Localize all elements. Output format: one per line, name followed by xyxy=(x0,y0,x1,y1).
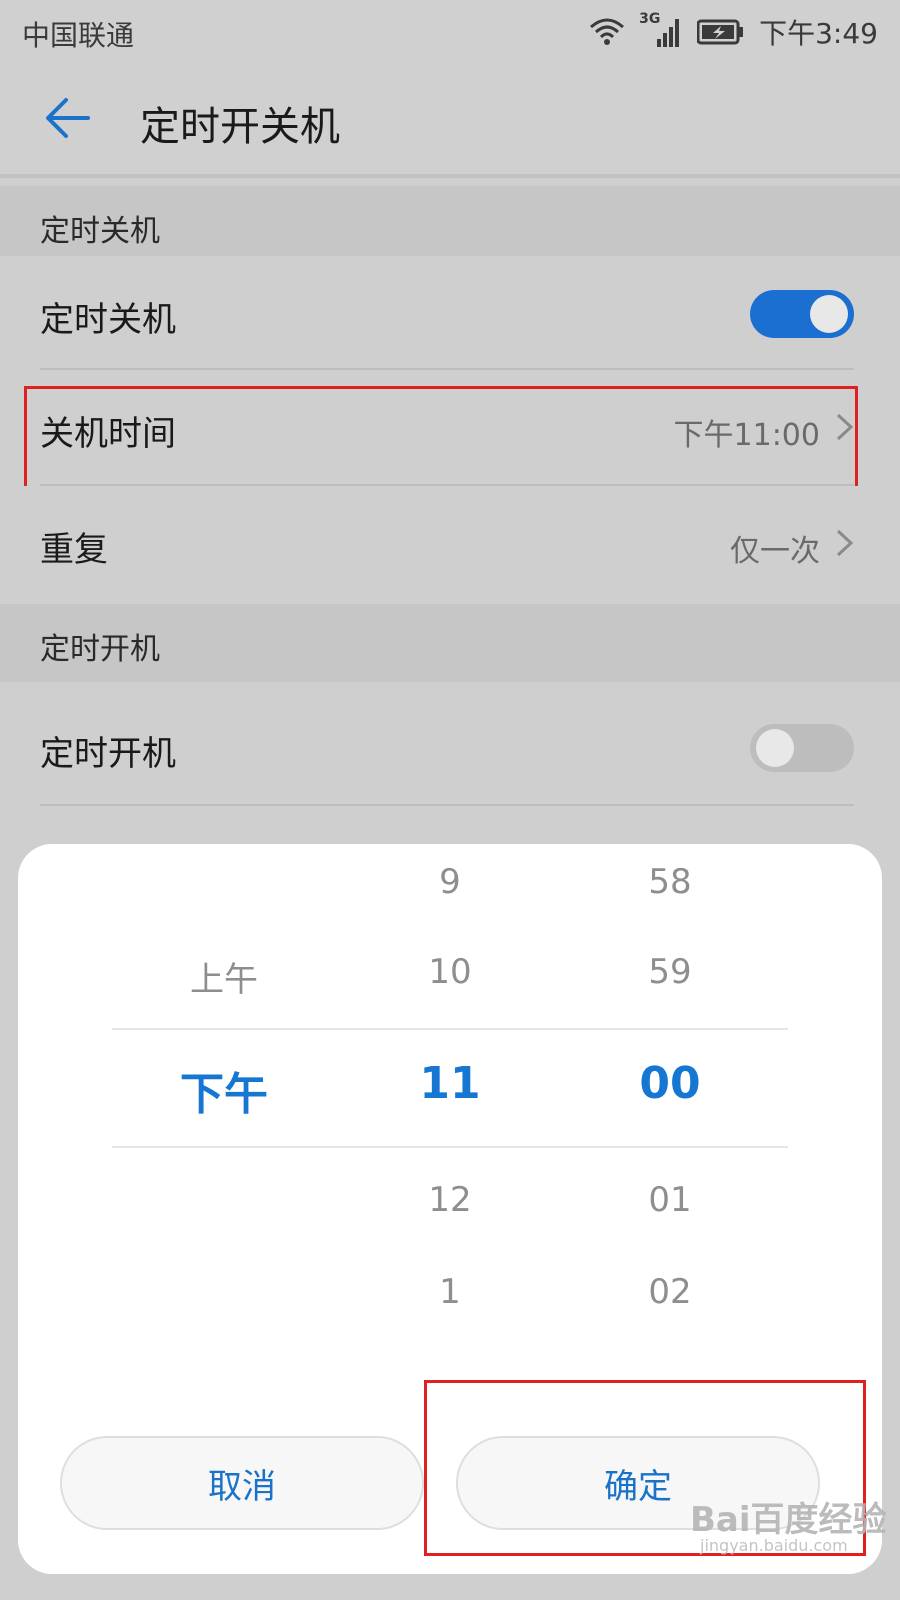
minute-option[interactable]: 59 xyxy=(648,952,691,992)
hour-option[interactable]: 10 xyxy=(428,952,471,992)
ampm-option-selected[interactable]: 下午 xyxy=(180,1058,268,1122)
shutdown-toggle-label: 定时关机 xyxy=(40,300,176,340)
clock-label: 下午3:49 xyxy=(759,17,878,50)
cancel-button[interactable]: 取消 xyxy=(60,1436,424,1530)
app-bar: 定时开关机 xyxy=(0,64,900,178)
status-bar: 中国联通 3G 下午3:49 xyxy=(0,0,900,64)
page-title: 定时开关机 xyxy=(140,104,340,150)
minute-option-selected[interactable]: 00 xyxy=(639,1058,700,1109)
ampm-option-above[interactable]: 上午 xyxy=(190,952,258,1001)
chevron-right-icon xyxy=(836,529,854,557)
section-header-label: 定时关机 xyxy=(40,214,160,249)
row-startup-toggle[interactable]: 定时开机 xyxy=(0,690,900,804)
toggle-knob xyxy=(756,729,794,767)
highlight-box-shutdown-time xyxy=(24,386,858,494)
hour-option[interactable]: 1 xyxy=(439,1272,461,1312)
section-header-startup: 定时开机 xyxy=(0,604,900,682)
signal-icon: 3G xyxy=(639,11,683,49)
baidu-watermark: Bai百度经验 xyxy=(690,1500,887,1540)
row-shutdown-toggle[interactable]: 定时关机 xyxy=(0,256,900,370)
startup-toggle-switch[interactable] xyxy=(750,724,854,772)
toggle-knob xyxy=(810,295,848,333)
divider xyxy=(40,804,854,806)
wifi-icon xyxy=(590,18,625,45)
repeat-value: 仅一次 xyxy=(730,534,820,569)
status-icons: 3G 下午3:49 xyxy=(589,11,878,52)
picker-selection-line xyxy=(112,1146,788,1148)
hour-option[interactable]: 9 xyxy=(439,862,461,902)
hour-option[interactable]: 12 xyxy=(428,1180,471,1220)
shutdown-toggle-switch[interactable] xyxy=(750,290,854,338)
startup-toggle-label: 定时开机 xyxy=(40,734,176,774)
carrier-label: 中国联通 xyxy=(22,19,135,52)
back-arrow-icon[interactable] xyxy=(40,90,96,146)
section-header-shutdown: 定时关机 xyxy=(0,186,900,264)
repeat-label: 重复 xyxy=(40,530,108,570)
row-repeat[interactable]: 重复 仅一次 xyxy=(0,486,900,600)
minute-option[interactable]: 58 xyxy=(648,862,691,902)
section-header-label: 定时开机 xyxy=(40,632,160,667)
hour-option-selected[interactable]: 11 xyxy=(419,1058,480,1109)
battery-charging-icon xyxy=(697,19,744,45)
picker-selection-line xyxy=(112,1028,788,1030)
baidu-watermark-url: jingyan.baidu.com xyxy=(700,1536,848,1555)
minute-option[interactable]: 02 xyxy=(648,1272,691,1312)
minute-option[interactable]: 01 xyxy=(648,1180,691,1220)
